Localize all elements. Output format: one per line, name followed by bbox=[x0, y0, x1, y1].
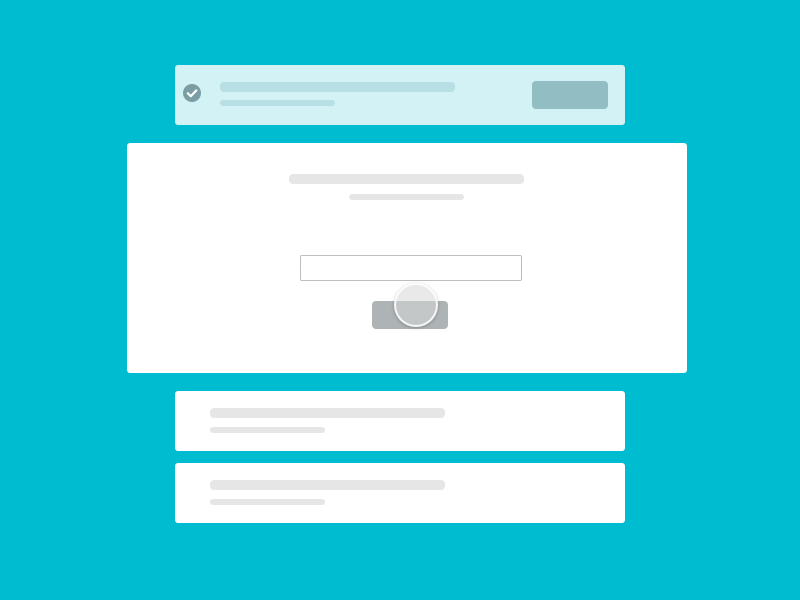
list-item-title-placeholder bbox=[210, 480, 445, 490]
touch-cursor-indicator bbox=[394, 283, 438, 327]
form-card bbox=[127, 143, 687, 373]
list-item-subtitle-placeholder bbox=[210, 427, 325, 433]
check-circle-icon bbox=[183, 84, 201, 102]
banner-action-button[interactable] bbox=[532, 81, 608, 109]
form-subtitle-placeholder bbox=[349, 194, 464, 200]
text-input[interactable] bbox=[300, 255, 522, 281]
form-title-placeholder bbox=[289, 174, 524, 184]
list-item-title-placeholder bbox=[210, 408, 445, 418]
banner-subtitle-placeholder bbox=[220, 100, 335, 106]
banner-title-placeholder bbox=[220, 82, 455, 92]
list-item[interactable] bbox=[175, 463, 625, 523]
success-banner bbox=[175, 65, 625, 125]
list-item-subtitle-placeholder bbox=[210, 499, 325, 505]
list-item[interactable] bbox=[175, 391, 625, 451]
